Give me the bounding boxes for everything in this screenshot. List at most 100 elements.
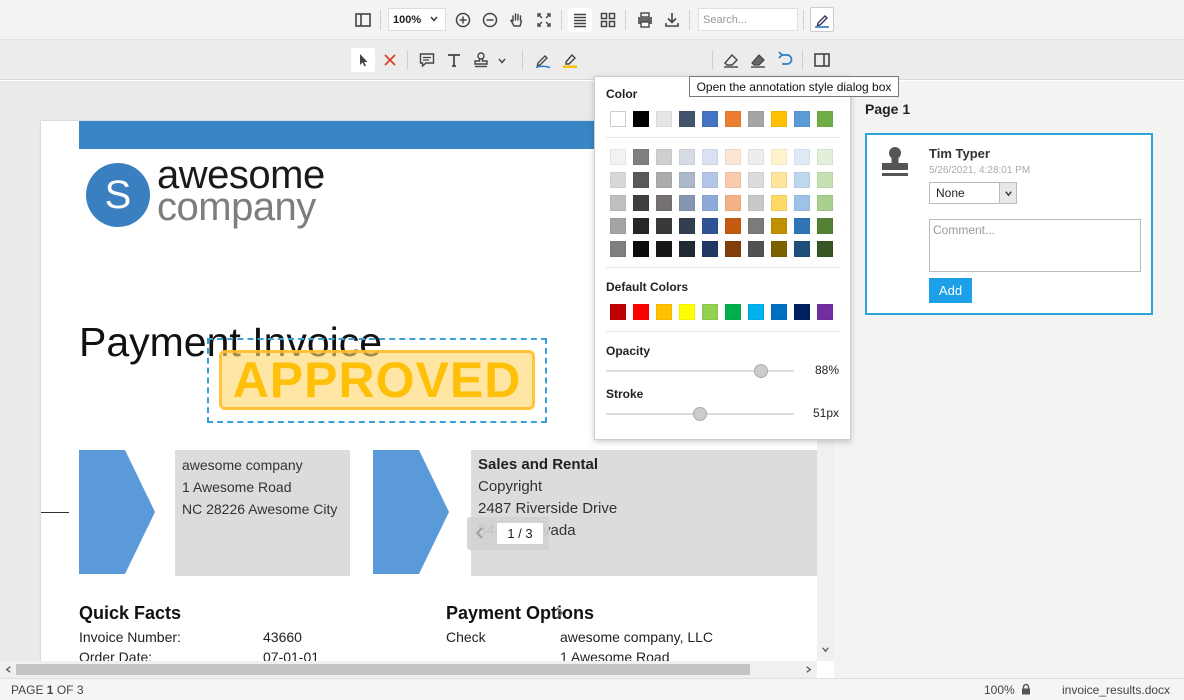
shade-color-swatch[interactable] [817, 195, 833, 211]
theme-color-swatch[interactable] [817, 111, 833, 127]
default-color-swatch[interactable] [817, 304, 833, 320]
shade-color-swatch[interactable] [633, 149, 649, 165]
shade-color-swatch[interactable] [748, 149, 764, 165]
add-comment-button[interactable]: Add [929, 278, 972, 303]
shade-color-swatch[interactable] [702, 172, 718, 188]
horizontal-scrollbar[interactable] [0, 661, 817, 678]
zoom-select[interactable]: 100% [388, 8, 446, 31]
stamp-tool-button[interactable] [470, 48, 510, 72]
shade-color-swatch[interactable] [610, 241, 626, 257]
fit-page-button[interactable] [532, 8, 556, 32]
search-input[interactable] [698, 8, 798, 31]
theme-color-swatch[interactable] [656, 111, 672, 127]
shade-color-swatch[interactable] [656, 172, 672, 188]
shade-color-swatch[interactable] [610, 218, 626, 234]
shade-color-swatch[interactable] [794, 172, 810, 188]
pan-button[interactable] [505, 8, 529, 32]
page-number-display[interactable]: 1 / 3 [497, 523, 543, 544]
print-button[interactable] [633, 8, 657, 32]
shade-color-swatch[interactable] [748, 218, 764, 234]
shade-color-swatch[interactable] [794, 195, 810, 211]
zoom-in-button[interactable] [451, 8, 475, 32]
default-color-swatch[interactable] [679, 304, 695, 320]
single-page-view-button[interactable] [568, 8, 592, 32]
opacity-slider[interactable] [606, 364, 794, 378]
shade-color-swatch[interactable] [771, 172, 787, 188]
shade-color-swatch[interactable] [771, 195, 787, 211]
default-color-swatch[interactable] [725, 304, 741, 320]
shade-color-swatch[interactable] [702, 241, 718, 257]
eraser-tool-button[interactable] [719, 48, 743, 72]
shade-color-swatch[interactable] [656, 149, 672, 165]
shade-color-swatch[interactable] [679, 241, 695, 257]
shade-color-swatch[interactable] [794, 149, 810, 165]
shade-color-swatch[interactable] [748, 172, 764, 188]
annotation-status-select[interactable]: None [929, 182, 1017, 204]
shade-color-swatch[interactable] [771, 241, 787, 257]
shade-color-swatch[interactable] [794, 241, 810, 257]
shade-color-swatch[interactable] [725, 218, 741, 234]
opacity-slider-thumb[interactable] [753, 364, 768, 378]
theme-color-swatch[interactable] [771, 111, 787, 127]
undo-button[interactable] [773, 48, 797, 72]
highlight-tool-button[interactable] [558, 48, 582, 72]
shade-color-swatch[interactable] [702, 149, 718, 165]
freehand-tool-button[interactable] [531, 48, 555, 72]
download-button[interactable] [660, 8, 684, 32]
shade-color-swatch[interactable] [656, 241, 672, 257]
chevron-right-icon[interactable] [554, 606, 566, 620]
shade-color-swatch[interactable] [702, 218, 718, 234]
sidebar-toggle-button[interactable] [351, 8, 375, 32]
default-color-swatch[interactable] [610, 304, 626, 320]
shade-color-swatch[interactable] [771, 218, 787, 234]
shade-color-swatch[interactable] [725, 195, 741, 211]
shade-color-swatch[interactable] [679, 172, 695, 188]
chevron-left-icon[interactable] [473, 526, 487, 540]
shade-color-swatch[interactable] [610, 172, 626, 188]
comment-tool-button[interactable] [415, 48, 439, 72]
shade-color-swatch[interactable] [679, 218, 695, 234]
comments-panel-toggle-button[interactable] [810, 48, 834, 72]
shade-color-swatch[interactable] [679, 195, 695, 211]
default-color-swatch[interactable] [656, 304, 672, 320]
shade-color-swatch[interactable] [633, 172, 649, 188]
thumbnails-view-button[interactable] [596, 8, 620, 32]
shade-color-swatch[interactable] [679, 149, 695, 165]
scroll-down-arrow-icon[interactable] [821, 645, 830, 654]
shade-color-swatch[interactable] [725, 149, 741, 165]
clear-annotations-button[interactable] [746, 48, 770, 72]
shade-color-swatch[interactable] [771, 149, 787, 165]
shade-color-swatch[interactable] [610, 149, 626, 165]
annotation-card[interactable]: Tim Typer 5/26/2021, 4:28:01 PM None Add [865, 133, 1153, 315]
scroll-right-arrow-icon[interactable] [804, 665, 813, 674]
default-color-swatch[interactable] [633, 304, 649, 320]
shade-color-swatch[interactable] [817, 149, 833, 165]
theme-color-swatch[interactable] [702, 111, 718, 127]
shade-color-swatch[interactable] [610, 195, 626, 211]
shade-color-swatch[interactable] [633, 195, 649, 211]
select-tool-button[interactable] [351, 48, 375, 72]
scroll-left-arrow-icon[interactable] [4, 665, 13, 674]
shade-color-swatch[interactable] [817, 241, 833, 257]
comment-input[interactable] [929, 219, 1141, 272]
annotation-mode-button[interactable] [810, 7, 834, 32]
shade-color-swatch[interactable] [702, 195, 718, 211]
theme-color-swatch[interactable] [748, 111, 764, 127]
shade-color-swatch[interactable] [817, 218, 833, 234]
default-color-swatch[interactable] [702, 304, 718, 320]
approved-stamp-annotation[interactable]: APPROVED [219, 350, 535, 410]
theme-color-swatch[interactable] [679, 111, 695, 127]
stroke-slider-thumb[interactable] [693, 407, 707, 421]
shade-color-swatch[interactable] [794, 218, 810, 234]
stroke-slider[interactable] [606, 407, 794, 421]
theme-color-swatch[interactable] [725, 111, 741, 127]
theme-color-swatch[interactable] [633, 111, 649, 127]
zoom-out-button[interactable] [478, 8, 502, 32]
shade-color-swatch[interactable] [817, 172, 833, 188]
default-color-swatch[interactable] [748, 304, 764, 320]
default-color-swatch[interactable] [794, 304, 810, 320]
text-tool-button[interactable] [442, 48, 466, 72]
shade-color-swatch[interactable] [633, 218, 649, 234]
delete-annotation-button[interactable] [378, 48, 402, 72]
theme-color-swatch[interactable] [794, 111, 810, 127]
